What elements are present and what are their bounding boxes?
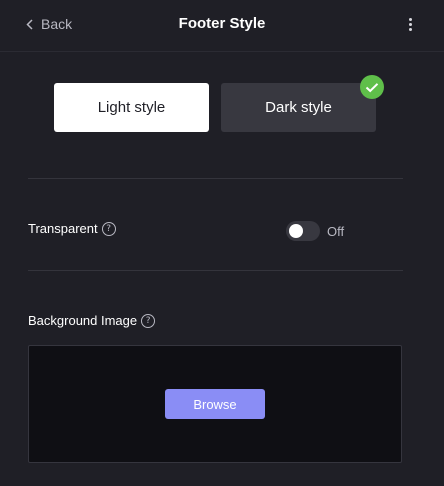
help-icon[interactable]: ? [101, 221, 116, 236]
toggle-knob [289, 224, 303, 238]
toggle-state-label: Off [327, 223, 345, 239]
more-options-icon[interactable] [406, 15, 414, 33]
dark-style-button[interactable]: Dark style [221, 83, 376, 132]
image-drop-area[interactable]: Browse [28, 345, 402, 463]
transparent-toggle[interactable] [286, 221, 320, 241]
top-bar: Back Footer Style [0, 0, 444, 52]
transparent-label-row: Transparent ? [28, 221, 116, 236]
transparent-label: Transparent [28, 221, 98, 236]
selected-check-icon [360, 75, 384, 99]
transparent-toggle-group: Off [286, 221, 344, 241]
browse-button[interactable]: Browse [165, 389, 265, 419]
light-style-button[interactable]: Light style [54, 83, 209, 132]
divider [28, 270, 403, 271]
background-image-label-row: Background Image ? [28, 313, 156, 328]
background-image-label: Background Image [28, 313, 138, 328]
page-title: Footer Style [178, 15, 266, 32]
help-icon[interactable]: ? [141, 313, 156, 328]
divider [28, 178, 403, 179]
